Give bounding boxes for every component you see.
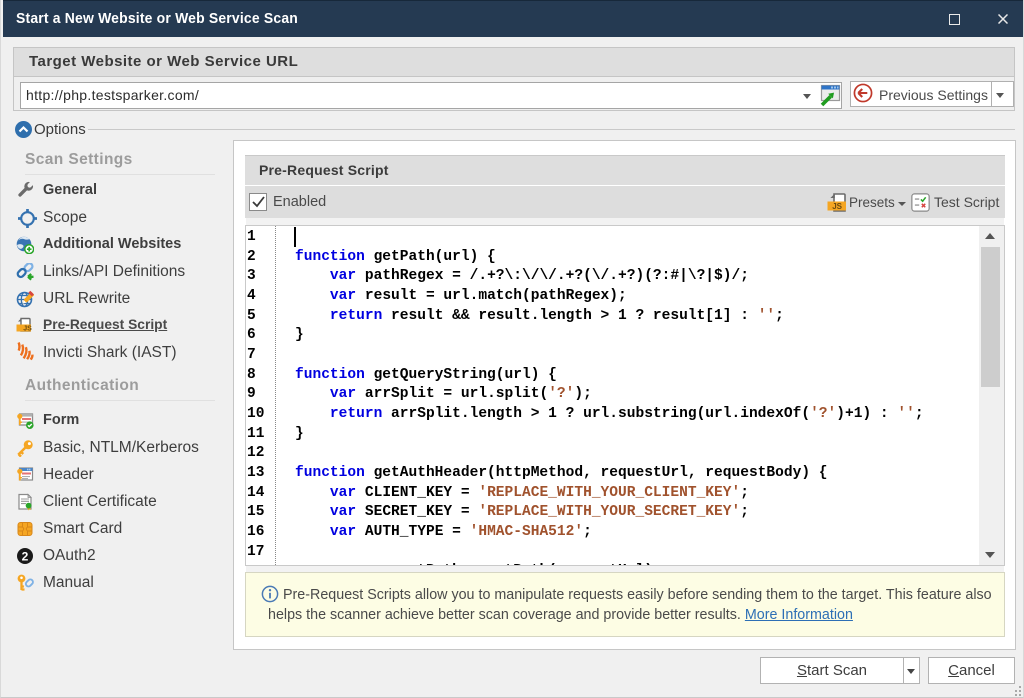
svg-text:JS: JS (23, 325, 32, 332)
svg-text:JS: JS (832, 202, 842, 211)
svg-text:2: 2 (22, 550, 29, 564)
